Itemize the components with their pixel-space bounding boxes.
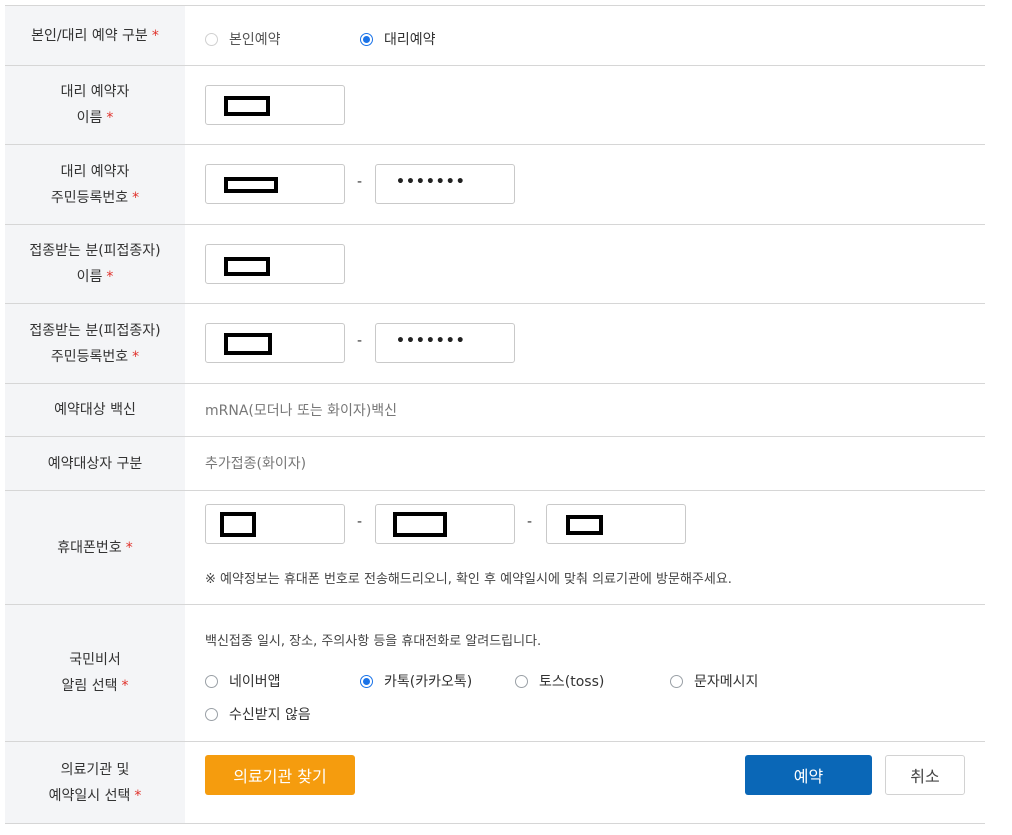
radio-circle-icon bbox=[515, 674, 528, 688]
required-mark: * bbox=[125, 539, 133, 556]
radio-kakaotalk[interactable]: 카톡(카카오톡) bbox=[360, 671, 472, 691]
radio-self-reservation[interactable]: 본인예약 bbox=[205, 29, 281, 49]
proxy-rrn-front-input[interactable] bbox=[205, 164, 345, 204]
radio-no-notification[interactable]: 수신받지 않음 bbox=[205, 704, 311, 724]
notify-description: 백신접종 일시, 장소, 주의사항 등을 휴대전화로 알려드립니다. bbox=[205, 634, 542, 649]
radio-circle-icon bbox=[670, 674, 683, 688]
row-category: 예약대상자 구분 추가접종(화이자) bbox=[5, 437, 985, 491]
required-mark: * bbox=[132, 189, 140, 206]
find-facility-button[interactable]: 의료기관 찾기 bbox=[205, 755, 355, 795]
row-proxy-rrn: 대리 예약자 주민등록번호 * - ••••••• bbox=[5, 145, 985, 225]
row-label: 본인/대리 예약 구분 * bbox=[5, 6, 185, 65]
separator: - bbox=[357, 174, 363, 190]
redaction-box bbox=[224, 177, 278, 193]
required-mark: * bbox=[132, 348, 140, 365]
row-facility: 의료기관 및 예약일시 선택 * 의료기관 찾기 예약 취소 bbox=[5, 742, 985, 824]
masked-value: ••••••• bbox=[396, 333, 466, 349]
row-phone: 휴대폰번호 * - - ※ 예약정보는 휴대폰 번호로 전송해드리오니, 확인 후… bbox=[5, 491, 985, 605]
radio-circle-icon bbox=[205, 674, 218, 688]
phone-notice: ※ 예약정보는 휴대폰 번호로 전송해드리오니, 확인 후 예약일시에 맞춰 의… bbox=[205, 572, 732, 587]
proxy-rrn-back-input[interactable]: ••••••• bbox=[375, 164, 515, 204]
recipient-rrn-back-input[interactable]: ••••••• bbox=[375, 323, 515, 363]
row-recipient-name: 접종받는 분(피접종자) 이름 * bbox=[5, 225, 985, 304]
radio-toss[interactable]: 토스(toss) bbox=[515, 671, 604, 691]
redaction-box bbox=[393, 512, 447, 537]
redaction-box bbox=[224, 257, 270, 276]
row-proxy-name: 대리 예약자 이름 * bbox=[5, 66, 985, 145]
radio-sms[interactable]: 문자메시지 bbox=[670, 671, 758, 691]
required-mark: * bbox=[106, 269, 114, 285]
radio-selected-icon bbox=[360, 674, 373, 688]
radio-selected-icon bbox=[360, 32, 373, 46]
reservation-form: 본인/대리 예약 구분 * 본인예약 대리예약 대리 예약자 이름 * 대리 예… bbox=[5, 5, 985, 824]
row-notify: 국민비서 알림 선택 * 백신접종 일시, 장소, 주의사항 등을 휴대전화로 알… bbox=[5, 605, 985, 742]
redaction-box bbox=[220, 512, 256, 537]
separator: - bbox=[357, 514, 363, 530]
category-value: 추가접종(화이자) bbox=[205, 456, 307, 472]
radio-circle-icon bbox=[205, 707, 218, 721]
radio-circle-icon bbox=[205, 32, 218, 46]
recipient-name-input[interactable] bbox=[205, 244, 345, 284]
required-mark: * bbox=[134, 787, 142, 804]
redaction-box bbox=[224, 96, 270, 116]
separator: - bbox=[357, 333, 363, 349]
required-mark: * bbox=[106, 110, 114, 126]
row-recipient-rrn: 접종받는 분(피접종자) 주민등록번호 * - ••••••• bbox=[5, 304, 985, 384]
radio-naver-app[interactable]: 네이버앱 bbox=[205, 671, 281, 691]
required-mark: * bbox=[151, 27, 159, 44]
reserve-button[interactable]: 예약 bbox=[745, 755, 872, 795]
masked-value: ••••••• bbox=[396, 174, 466, 190]
phone-part3-input[interactable] bbox=[546, 504, 686, 544]
required-mark: * bbox=[121, 678, 129, 694]
proxy-name-input[interactable] bbox=[205, 85, 345, 125]
row-vaccine: 예약대상 백신 mRNA(모더나 또는 화이자)백신 bbox=[5, 384, 985, 437]
recipient-rrn-front-input[interactable] bbox=[205, 323, 345, 363]
vaccine-value: mRNA(모더나 또는 화이자)백신 bbox=[205, 403, 398, 419]
separator: - bbox=[527, 514, 533, 530]
row-reservation-type: 본인/대리 예약 구분 * 본인예약 대리예약 bbox=[5, 6, 985, 66]
phone-part1-input[interactable] bbox=[205, 504, 345, 544]
redaction-box bbox=[566, 515, 603, 535]
phone-part2-input[interactable] bbox=[375, 504, 515, 544]
cancel-button[interactable]: 취소 bbox=[885, 755, 965, 795]
radio-proxy-reservation[interactable]: 대리예약 bbox=[360, 29, 436, 49]
redaction-box bbox=[224, 333, 272, 355]
